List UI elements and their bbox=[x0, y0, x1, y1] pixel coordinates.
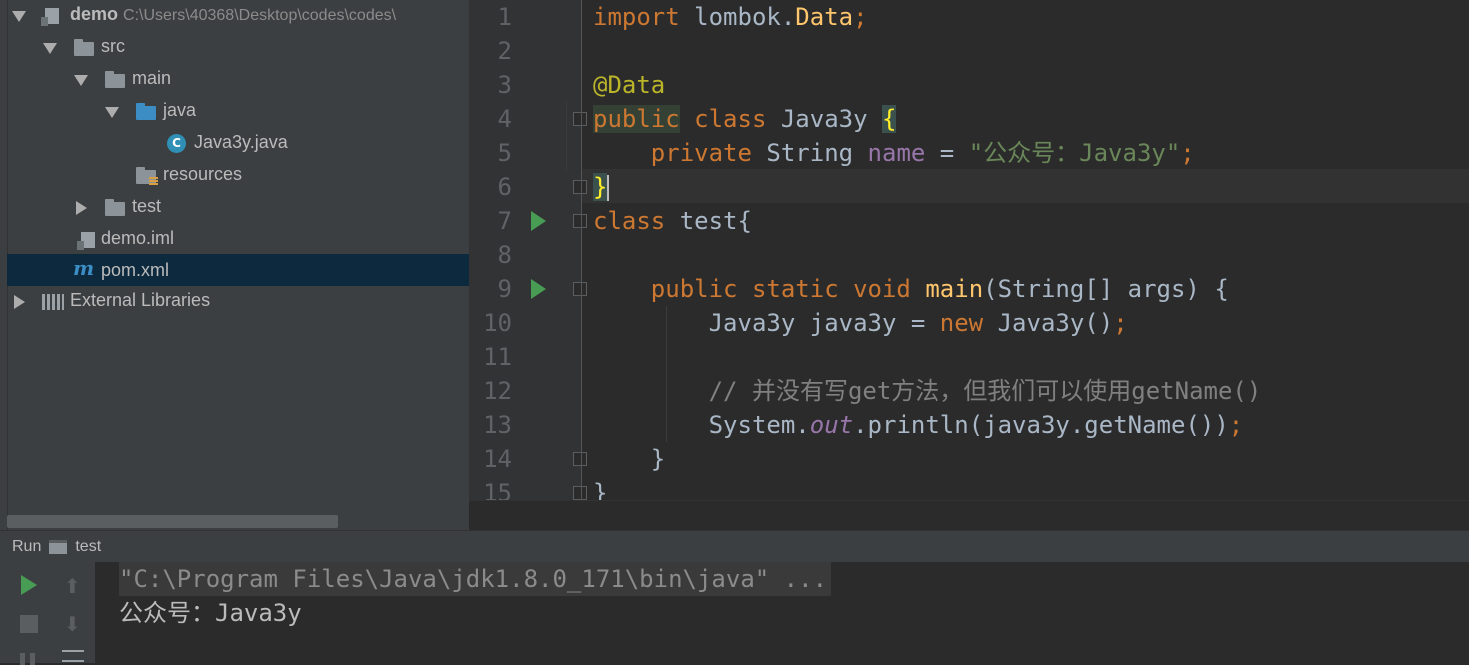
fold-icon[interactable] bbox=[573, 180, 587, 194]
console-output[interactable]: "C:\Program Files\Java\jdk1.8.0_171\bin\… bbox=[95, 562, 1469, 663]
line-number: 3 bbox=[497, 71, 512, 99]
line-number: 12 bbox=[483, 377, 512, 405]
tree-label-libraries: External Libraries bbox=[70, 290, 211, 310]
tree-node-pom-xml[interactable]: m pom.xml bbox=[7, 254, 469, 286]
java-class-icon: C bbox=[167, 134, 186, 153]
tree-node-java[interactable]: java bbox=[7, 96, 469, 128]
project-tool-window: demo C:\Users\40368\Desktop\codes\codes\… bbox=[0, 0, 469, 530]
soft-wrap-icon[interactable] bbox=[62, 650, 84, 662]
module-path: C:\Users\40368\Desktop\codes\codes\ bbox=[123, 7, 397, 24]
tree-node-demo-iml[interactable]: demo.iml bbox=[7, 224, 469, 256]
maven-icon: m bbox=[73, 256, 95, 280]
pause-icon[interactable] bbox=[20, 653, 25, 665]
editor-horizontal-scroll-area bbox=[469, 500, 1469, 531]
code-line-15: } bbox=[593, 479, 608, 500]
tree-label-java: java bbox=[163, 100, 197, 120]
pause-icon-bar bbox=[30, 653, 35, 665]
console-command-line: "C:\Program Files\Java\jdk1.8.0_171\bin\… bbox=[119, 562, 832, 596]
code-line-9: public static void main(String[] args) { bbox=[593, 275, 1229, 303]
fold-icon[interactable] bbox=[573, 452, 587, 466]
line-number: 9 bbox=[497, 275, 512, 303]
run-gutter-icon[interactable] bbox=[531, 211, 546, 231]
code-line-14: } bbox=[593, 445, 666, 473]
chevron-down-icon[interactable] bbox=[74, 75, 88, 86]
tree-label-class-file: Java3y.java bbox=[194, 132, 288, 152]
line-number: 4 bbox=[497, 105, 512, 133]
fold-icon[interactable] bbox=[573, 282, 587, 296]
tree-node-java3y-java[interactable]: C Java3y.java bbox=[7, 128, 469, 160]
libraries-icon bbox=[42, 294, 64, 310]
line-number: 5 bbox=[497, 139, 512, 167]
tree-label-pom: pom.xml bbox=[101, 260, 170, 280]
line-number: 2 bbox=[497, 37, 512, 65]
indent-guide bbox=[566, 102, 567, 170]
line-number: 6 bbox=[497, 173, 512, 201]
run-tool-window: Run test ⬆ ⬇ "C:\Program Files\Java\jdk1… bbox=[0, 530, 1469, 665]
arrow-down-icon[interactable]: ⬇ bbox=[64, 612, 81, 637]
code-line-7: class test{ bbox=[593, 207, 752, 235]
source-folder-icon bbox=[136, 103, 156, 120]
code-editor[interactable]: 1 2 3 4 5 6 7 8 9 10 11 12 13 14 15 impo… bbox=[469, 0, 1469, 500]
line-number: 8 bbox=[497, 241, 512, 269]
tree-label-resources: resources bbox=[163, 164, 243, 184]
tree-node-test[interactable]: test bbox=[7, 192, 469, 224]
text-caret bbox=[607, 175, 610, 201]
module-name: demo bbox=[70, 4, 119, 24]
run-header: Run test bbox=[0, 531, 1469, 562]
fold-icon[interactable] bbox=[573, 486, 587, 500]
run-config-tab[interactable]: test bbox=[75, 538, 101, 556]
tree-node-external-libraries[interactable]: External Libraries bbox=[7, 286, 469, 318]
run-tab-label[interactable]: Run bbox=[12, 538, 41, 556]
line-number: 7 bbox=[497, 207, 512, 235]
arrow-up-icon[interactable]: ⬆ bbox=[64, 574, 81, 599]
code-line-6: } bbox=[593, 173, 610, 201]
editor-gutter: 1 2 3 4 5 6 7 8 9 10 11 12 13 14 15 bbox=[470, 0, 587, 500]
chevron-right-icon[interactable] bbox=[76, 201, 87, 215]
code-line-5: private String name = "公众号：Java3y"; bbox=[593, 139, 1195, 167]
tree-node-demo[interactable]: demo C:\Users\40368\Desktop\codes\codes\ bbox=[7, 0, 469, 32]
caret-row-highlight bbox=[470, 169, 1469, 203]
chevron-down-icon[interactable] bbox=[105, 107, 119, 118]
code-line-3: @Data bbox=[593, 71, 666, 99]
line-number: 10 bbox=[483, 309, 512, 337]
code-line-4: public class Java3y { bbox=[593, 105, 897, 133]
line-number: 13 bbox=[483, 411, 512, 439]
chevron-right-icon[interactable] bbox=[14, 295, 25, 309]
folder-icon bbox=[105, 71, 125, 88]
fold-icon[interactable] bbox=[573, 112, 587, 126]
chevron-down-icon[interactable] bbox=[12, 11, 26, 22]
tree-label-test: test bbox=[132, 196, 162, 216]
run-toolbar: ⬆ ⬇ bbox=[0, 562, 95, 665]
console-output-line: 公众号：Java3y bbox=[119, 599, 302, 627]
code-line-13: System.out.println(java3y.getName()); bbox=[593, 411, 1244, 439]
tree-node-resources[interactable]: resources bbox=[7, 160, 469, 192]
chevron-down-icon[interactable] bbox=[43, 43, 57, 54]
code-line-10: Java3y java3y = new Java3y(); bbox=[593, 309, 1128, 337]
rerun-icon[interactable] bbox=[21, 575, 37, 595]
run-config-icon bbox=[49, 539, 68, 554]
gutter-divider bbox=[581, 0, 582, 500]
line-number: 15 bbox=[483, 479, 512, 500]
code-line-12: // 并没有写get方法，但我们可以使用getName() bbox=[593, 377, 1262, 405]
iml-file-icon bbox=[77, 232, 95, 250]
tree-node-src[interactable]: src bbox=[7, 32, 469, 64]
project-horizontal-scrollbar[interactable] bbox=[7, 515, 338, 528]
folder-icon bbox=[105, 199, 125, 216]
run-gutter-icon[interactable] bbox=[531, 279, 546, 299]
line-number: 14 bbox=[483, 445, 512, 473]
resources-folder-icon bbox=[136, 167, 158, 186]
line-number: 11 bbox=[483, 343, 512, 371]
tree-label-main: main bbox=[132, 68, 172, 88]
line-number: 1 bbox=[497, 3, 512, 31]
stop-icon[interactable] bbox=[20, 615, 38, 633]
fold-icon[interactable] bbox=[573, 214, 587, 228]
code-line-1: import lombok.Data; bbox=[593, 3, 868, 31]
tree-node-main[interactable]: main bbox=[7, 64, 469, 96]
folder-icon bbox=[74, 39, 94, 56]
tree-label-iml: demo.iml bbox=[101, 228, 175, 248]
tree-label-src: src bbox=[101, 36, 125, 56]
module-folder-icon bbox=[41, 8, 59, 26]
